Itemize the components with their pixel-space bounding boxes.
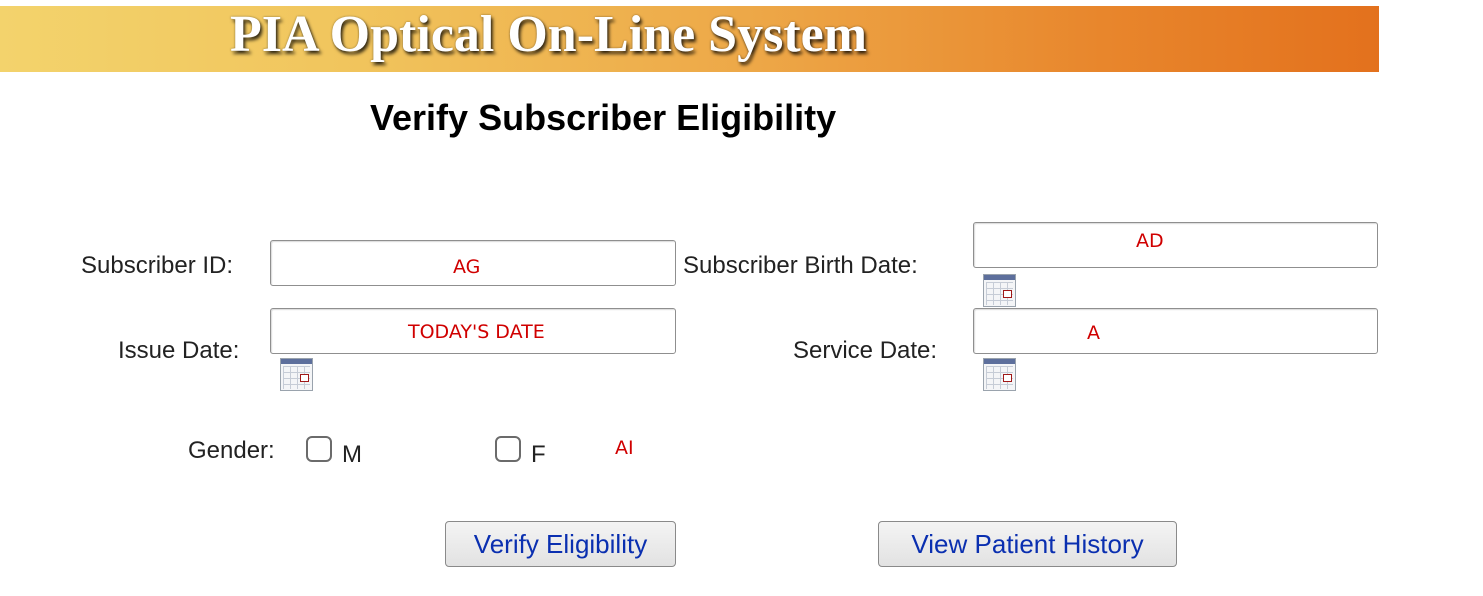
service-date-label: Service Date: [793, 337, 938, 364]
gender-annotation: AI [615, 437, 634, 459]
gender-male-checkbox[interactable] [306, 436, 332, 462]
issue-date-annotation: TODAY'S DATE [408, 321, 545, 343]
banner-title: PIA Optical On-Line System [230, 6, 868, 63]
calendar-icon[interactable] [983, 358, 1016, 391]
calendar-icon[interactable] [983, 274, 1016, 307]
subscriber-birth-date-label: Subscriber Birth Date: [683, 252, 918, 279]
page: PIA Optical On-Line System Verify Subscr… [0, 0, 1483, 596]
verify-eligibility-button[interactable]: Verify Eligibility [445, 521, 676, 567]
gender-female-label: F [531, 441, 546, 468]
subscriber-birth-date-input[interactable] [973, 222, 1378, 268]
service-date-annotation: A [1087, 322, 1100, 344]
subscriber-id-label: Subscriber ID: [81, 252, 234, 279]
calendar-icon[interactable] [280, 358, 313, 391]
subscriber-id-annotation: AG [453, 256, 481, 278]
issue-date-label: Issue Date: [118, 337, 240, 364]
gender-female-checkbox[interactable] [495, 436, 521, 462]
gender-label: Gender: [188, 437, 275, 464]
subscriber-birth-date-annotation: AD [1136, 230, 1164, 252]
service-date-input[interactable] [973, 308, 1378, 354]
page-title: Verify Subscriber Eligibility [370, 97, 837, 138]
view-patient-history-button[interactable]: View Patient History [878, 521, 1177, 567]
gender-male-label: M [342, 441, 362, 468]
header-banner: PIA Optical On-Line System [0, 6, 1379, 72]
